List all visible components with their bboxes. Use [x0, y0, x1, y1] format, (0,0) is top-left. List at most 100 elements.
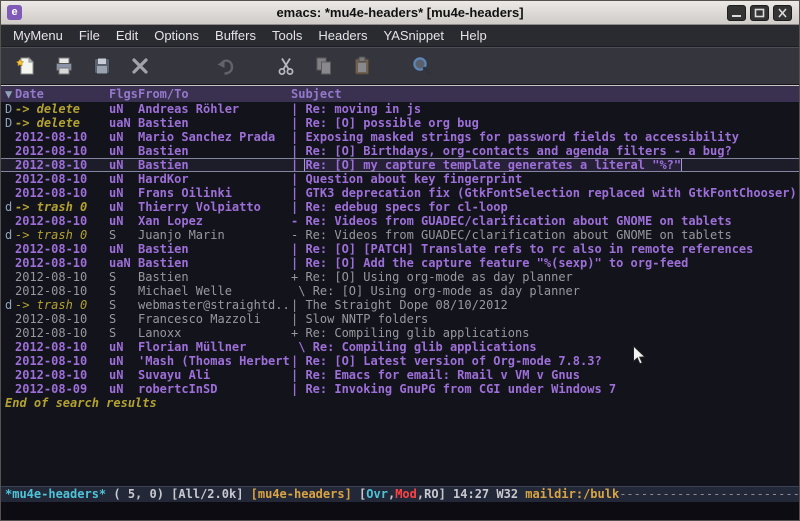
message-row[interactable]: 2012-08-10uNXan Lopez- Re: Videos from G… — [1, 214, 799, 228]
message-flags: S — [109, 298, 138, 312]
message-from: 'Mash (Thomas Herbert) — [138, 354, 291, 368]
modeline-plain: W32 — [496, 487, 525, 501]
undo-button[interactable] — [213, 52, 239, 80]
menu-item-mymenu[interactable]: MyMenu — [5, 25, 71, 47]
column-header-date[interactable]: Date — [15, 86, 109, 102]
message-from: Frans Oilinki — [138, 186, 291, 200]
message-from: Bastien — [138, 116, 291, 130]
thread-indicator: | — [291, 312, 305, 326]
message-subject: + Re: Compiling glib applications — [291, 326, 799, 340]
message-date: 2012-08-10 — [15, 159, 109, 171]
message-list: D-> deleteuNAndreas Röhler| Re: moving i… — [1, 102, 799, 396]
message-flags: uN — [109, 186, 138, 200]
menu-item-file[interactable]: File — [71, 25, 108, 47]
message-subject: | Re: [O] [PATCH] Translate refs to rc a… — [291, 242, 799, 256]
thread-indicator: | — [291, 242, 305, 256]
message-row[interactable]: d-> trash 0SJuanjo Marin- Re: Videos fro… — [1, 228, 799, 242]
message-mark: D — [5, 102, 15, 116]
thread-indicator: | — [291, 382, 305, 396]
message-row[interactable]: 2012-08-10SFrancesco Mazzoli| Slow NNTP … — [1, 312, 799, 326]
new-file-button[interactable] — [13, 52, 39, 80]
message-row[interactable]: 2012-08-10uNSuvayu Ali| Re: Emacs for em… — [1, 368, 799, 382]
menu-item-buffers[interactable]: Buffers — [207, 25, 264, 47]
message-flags: uN — [109, 368, 138, 382]
message-date: 2012-08-09 — [15, 382, 109, 396]
message-date: 2012-08-10 — [15, 130, 109, 144]
message-row[interactable]: 2012-08-10uNBastien| Re: [O] [PATCH] Tra… — [1, 242, 799, 256]
menu-item-tools[interactable]: Tools — [264, 25, 310, 47]
message-row[interactable]: 2012-08-10uNFlorian Müllner \ Re: Compil… — [1, 340, 799, 354]
close-button[interactable] — [773, 5, 792, 21]
menu-item-edit[interactable]: Edit — [108, 25, 146, 47]
print-button[interactable] — [51, 52, 77, 80]
message-date: 2012-08-10 — [15, 340, 109, 354]
message-date: -> delete — [15, 102, 109, 116]
menu-item-yasnippet[interactable]: YASnippet — [375, 25, 451, 47]
message-subject: | Exposing masked strings for password f… — [291, 130, 799, 144]
message-flags: uN — [109, 242, 138, 256]
message-row[interactable]: D-> deleteuNAndreas Röhler| Re: moving i… — [1, 102, 799, 116]
column-header-flags[interactable]: Flgs — [109, 86, 138, 102]
message-from: Bastien — [138, 144, 291, 158]
minimize-button[interactable] — [727, 5, 746, 21]
subject-text: Re: [O] Using org-mode as day planner — [313, 284, 580, 298]
modeline-plain: [ — [352, 487, 366, 501]
modeline-mod: Mod — [395, 487, 417, 501]
message-row[interactable]: D-> deleteuaNBastien| Re: [O] possible o… — [1, 116, 799, 130]
empty-buffer-space — [1, 410, 799, 486]
message-flags: uaN — [109, 116, 138, 130]
message-flags: S — [109, 228, 138, 242]
thread-indicator: - — [291, 228, 305, 242]
message-mark — [5, 144, 15, 158]
menu-item-headers[interactable]: Headers — [310, 25, 375, 47]
message-row[interactable]: 2012-08-10uNBastien| Re: [O] Birthdays, … — [1, 144, 799, 158]
message-row[interactable]: 2012-08-09uNrobertcInSD| Re: Invoking Gn… — [1, 382, 799, 396]
menu-item-help[interactable]: Help — [452, 25, 495, 47]
message-row[interactable]: 2012-08-10uNMario Sanchez Prada| Exposin… — [1, 130, 799, 144]
copy-button[interactable] — [311, 52, 337, 80]
message-date: 2012-08-10 — [15, 368, 109, 382]
message-subject: - Re: Videos from GUADEC/clarification a… — [291, 228, 799, 242]
message-mark — [5, 382, 15, 396]
message-row[interactable]: 2012-08-10SBastien+ Re: [O] Using org-mo… — [1, 270, 799, 284]
column-header-from[interactable]: From/To — [138, 86, 291, 102]
menu-bar: MyMenuFileEditOptionsBuffersToolsHeaders… — [1, 25, 799, 47]
message-mark — [5, 159, 15, 171]
message-from: Juanjo Marin — [138, 228, 291, 242]
message-row[interactable]: 2012-08-10uNHardKor| Question about key … — [1, 172, 799, 186]
maximize-button[interactable] — [750, 5, 769, 21]
message-row[interactable]: 2012-08-10uNFrans Oilinki| GTK3 deprecat… — [1, 186, 799, 200]
copy-icon — [313, 55, 335, 77]
message-row[interactable]: d-> trash 0uNThierry Volpiatto| Re: edeb… — [1, 200, 799, 214]
message-row[interactable]: 2012-08-10uNBastien| Re: [O] my capture … — [1, 158, 799, 172]
menu-item-options[interactable]: Options — [146, 25, 207, 47]
search-button[interactable] — [409, 52, 435, 80]
message-row[interactable]: d-> trash 0Swebmaster@straightd...| The … — [1, 298, 799, 312]
subject-text: Re: [O] [PATCH] Translate refs to rc als… — [305, 242, 753, 256]
message-flags: uN — [109, 354, 138, 368]
column-header-subject[interactable]: Subject — [291, 86, 799, 102]
window-title: emacs: *mu4e-headers* [mu4e-headers] — [1, 5, 799, 20]
sort-direction-icon[interactable]: ▼ — [5, 86, 15, 102]
message-date: -> trash 0 — [15, 228, 109, 242]
message-date: 2012-08-10 — [15, 144, 109, 158]
message-flags: S — [109, 270, 138, 284]
save-button[interactable] — [89, 52, 115, 80]
subject-text: Re: Videos from GUADEC/clarification abo… — [305, 228, 731, 242]
paste-button[interactable] — [349, 52, 375, 80]
kill-buffer-button[interactable] — [127, 52, 153, 80]
message-row[interactable]: 2012-08-10uaNBastien| Re: [O] Add the ca… — [1, 256, 799, 270]
thread-indicator: | — [291, 159, 305, 171]
cut-button[interactable] — [273, 52, 299, 80]
message-row[interactable]: 2012-08-10uN'Mash (Thomas Herbert)| Re: … — [1, 354, 799, 368]
thread-indicator: | — [291, 130, 305, 144]
message-row[interactable]: 2012-08-10SMichael Welle \ Re: [O] Using… — [1, 284, 799, 298]
thread-indicator: | — [291, 186, 305, 200]
thread-indicator: | — [291, 102, 305, 116]
message-row[interactable]: 2012-08-10SLanoxx+ Re: Compiling glib ap… — [1, 326, 799, 340]
echo-area[interactable] — [1, 502, 799, 520]
print-icon — [53, 55, 75, 77]
title-bar: e emacs: *mu4e-headers* [mu4e-headers] — [1, 1, 799, 25]
message-subject: | Re: Emacs for email: Rmail v VM v Gnus — [291, 368, 799, 382]
message-mark — [5, 130, 15, 144]
